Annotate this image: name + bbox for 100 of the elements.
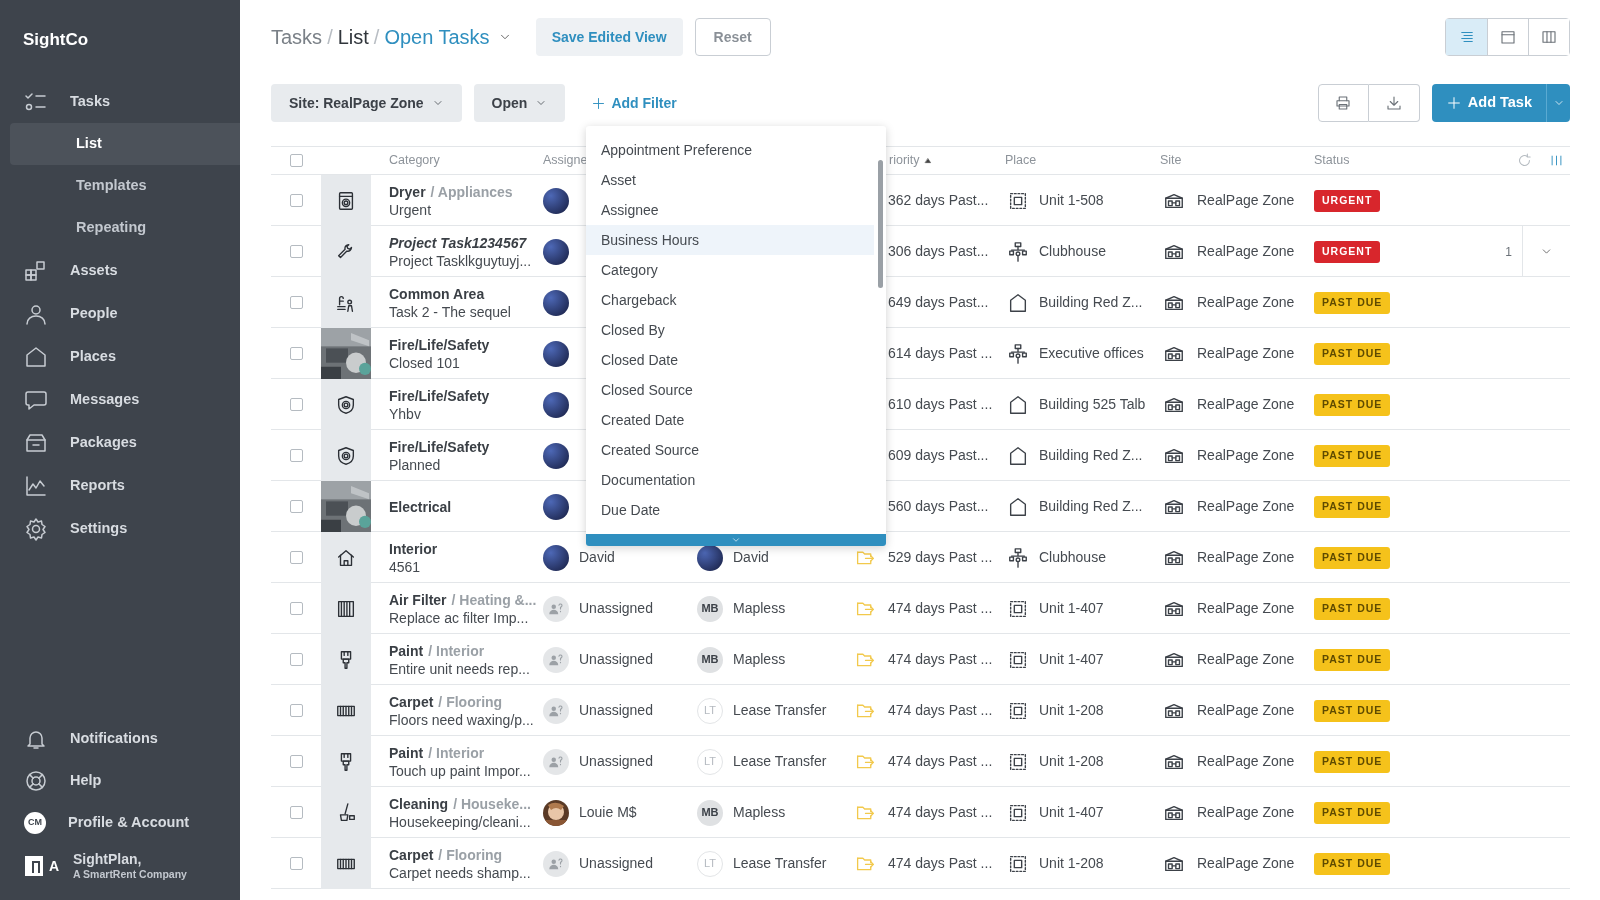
nav-subitem[interactable]: Repeating [10, 207, 240, 249]
priority-text: 474 days Past ... [888, 599, 993, 618]
breadcrumb-link[interactable]: List [337, 22, 369, 52]
nav-subitem[interactable]: List [10, 123, 240, 165]
row-checkbox[interactable] [289, 653, 303, 666]
menu-item[interactable]: Closed Source [586, 375, 874, 405]
site-text: RealPage Zone [1197, 650, 1295, 669]
category-text: Interior [389, 539, 439, 558]
download-icon [1384, 94, 1403, 112]
status-badge: URGENT [1314, 190, 1381, 212]
menu-item[interactable]: Documentation [586, 465, 874, 495]
row-checkbox[interactable] [289, 347, 303, 360]
menu-item[interactable]: Appointment Preference [586, 135, 874, 165]
building-outline-icon [1007, 393, 1029, 416]
place-text: Building Red Z... [1039, 446, 1143, 465]
row-checkbox[interactable] [289, 857, 303, 870]
status-badge: PAST DUE [1314, 853, 1391, 875]
add-task-menu-button[interactable] [1546, 84, 1570, 122]
priority-text: 362 days Past... [888, 191, 989, 210]
nav-item[interactable]: Places [0, 335, 240, 378]
app-logo: SightCo [23, 29, 89, 52]
nav-item[interactable]: Help [0, 760, 240, 802]
row-checkbox[interactable] [289, 194, 303, 207]
breadcrumb-separator: / [373, 25, 380, 50]
menu-item[interactable]: Chargeback [586, 285, 874, 315]
count-text: 1 [1505, 243, 1513, 261]
menu-item[interactable]: Closed By [586, 315, 874, 345]
status-badge: PAST DUE [1314, 802, 1391, 824]
category-text: Carpet / Flooring [389, 845, 504, 864]
priority-text: 474 days Past ... [888, 854, 993, 873]
nav-item[interactable]: CM Profile & Account [0, 802, 240, 844]
row-checkbox[interactable] [289, 398, 303, 411]
breadcrumb-link[interactable]: Tasks [271, 22, 323, 52]
select-all-checkbox[interactable] [289, 154, 303, 167]
place-text: Building 525 Talb [1039, 395, 1146, 414]
scrollbar-thumb[interactable] [878, 160, 883, 288]
row-checkbox[interactable] [289, 602, 303, 615]
house-icon [24, 344, 48, 369]
priority-text: 609 days Past... [888, 446, 989, 465]
status-badge: PAST DUE [1314, 445, 1391, 467]
row-checkbox[interactable] [289, 296, 303, 309]
nav-subitem[interactable]: Templates [10, 165, 240, 207]
nav-item[interactable]: Assets [0, 249, 240, 292]
person-name: Lease Transfer [733, 854, 827, 873]
avatar [697, 544, 723, 571]
view-mode-button[interactable] [1528, 19, 1569, 55]
initials-avatar: MB [697, 799, 723, 826]
menu-item[interactable]: Category [586, 255, 874, 285]
menu-item[interactable]: Created Source [586, 435, 874, 465]
refresh-icon[interactable] [1516, 152, 1533, 169]
priority-text: 614 days Past ... [888, 344, 993, 363]
task-description: Planned [389, 455, 442, 474]
status-badge: PAST DUE [1314, 649, 1391, 671]
nav-item[interactable]: People [0, 292, 240, 335]
row-checkbox[interactable] [289, 755, 303, 768]
task-description: Task 2 - The sequel [389, 302, 512, 321]
breadcrumb-separator: / [327, 25, 333, 50]
view-mode-button[interactable] [1446, 19, 1487, 55]
menu-item[interactable]: Closed Date [586, 345, 874, 375]
row-checkbox[interactable] [289, 449, 303, 462]
menu-item[interactable]: Created Date [586, 405, 874, 435]
place-text: Executive offices [1039, 344, 1144, 363]
add-filter-button[interactable]: Add Filter [591, 92, 677, 114]
site-text: RealPage Zone [1197, 293, 1295, 312]
nav-item[interactable]: Settings [0, 507, 240, 550]
view-dropdown[interactable]: Open Tasks [384, 22, 512, 52]
filter-dropdown[interactable]: Open [473, 84, 566, 122]
blocks-icon [24, 258, 48, 283]
place-text: Unit 1-407 [1039, 650, 1104, 669]
row-checkbox[interactable] [289, 500, 303, 513]
nav-item[interactable]: Tasks [0, 80, 240, 123]
filter-dropdown[interactable]: Site: RealPage Zone [271, 84, 462, 122]
menu-item[interactable]: Due Date [586, 495, 874, 525]
add-task-button[interactable]: Add Task [1431, 84, 1546, 122]
row-checkbox[interactable] [289, 704, 303, 717]
place-text: Unit 1-208 [1039, 701, 1104, 720]
nav-item[interactable]: Notifications [0, 718, 240, 760]
nav-item[interactable]: Messages [0, 378, 240, 421]
menu-item[interactable]: Asset [586, 165, 874, 195]
avatar [543, 187, 569, 214]
columns-icon[interactable] [1549, 153, 1564, 168]
print-button[interactable] [1317, 84, 1369, 122]
nav-item[interactable]: Reports [0, 464, 240, 507]
download-button[interactable] [1368, 84, 1420, 122]
scroll-down-bar[interactable] [586, 534, 886, 546]
site-text: RealPage Zone [1197, 548, 1295, 567]
row-checkbox[interactable] [289, 806, 303, 819]
menu-item[interactable]: Assignee [586, 195, 874, 225]
initials-avatar: MB [697, 595, 723, 622]
place-text: Unit 1-208 [1039, 752, 1104, 771]
site-text: RealPage Zone [1197, 446, 1295, 465]
task-description: 4561 [389, 557, 422, 576]
row-checkbox[interactable] [289, 551, 303, 564]
site-text: RealPage Zone [1197, 242, 1295, 261]
category-text: Project Task1234567 [389, 233, 528, 252]
row-checkbox[interactable] [289, 245, 303, 258]
view-mode-toggle[interactable] [1445, 18, 1570, 56]
nav-item[interactable]: Packages [0, 421, 240, 464]
category-text: Cleaning / Houseke... [389, 794, 532, 813]
menu-item[interactable]: Business Hours [586, 225, 874, 255]
